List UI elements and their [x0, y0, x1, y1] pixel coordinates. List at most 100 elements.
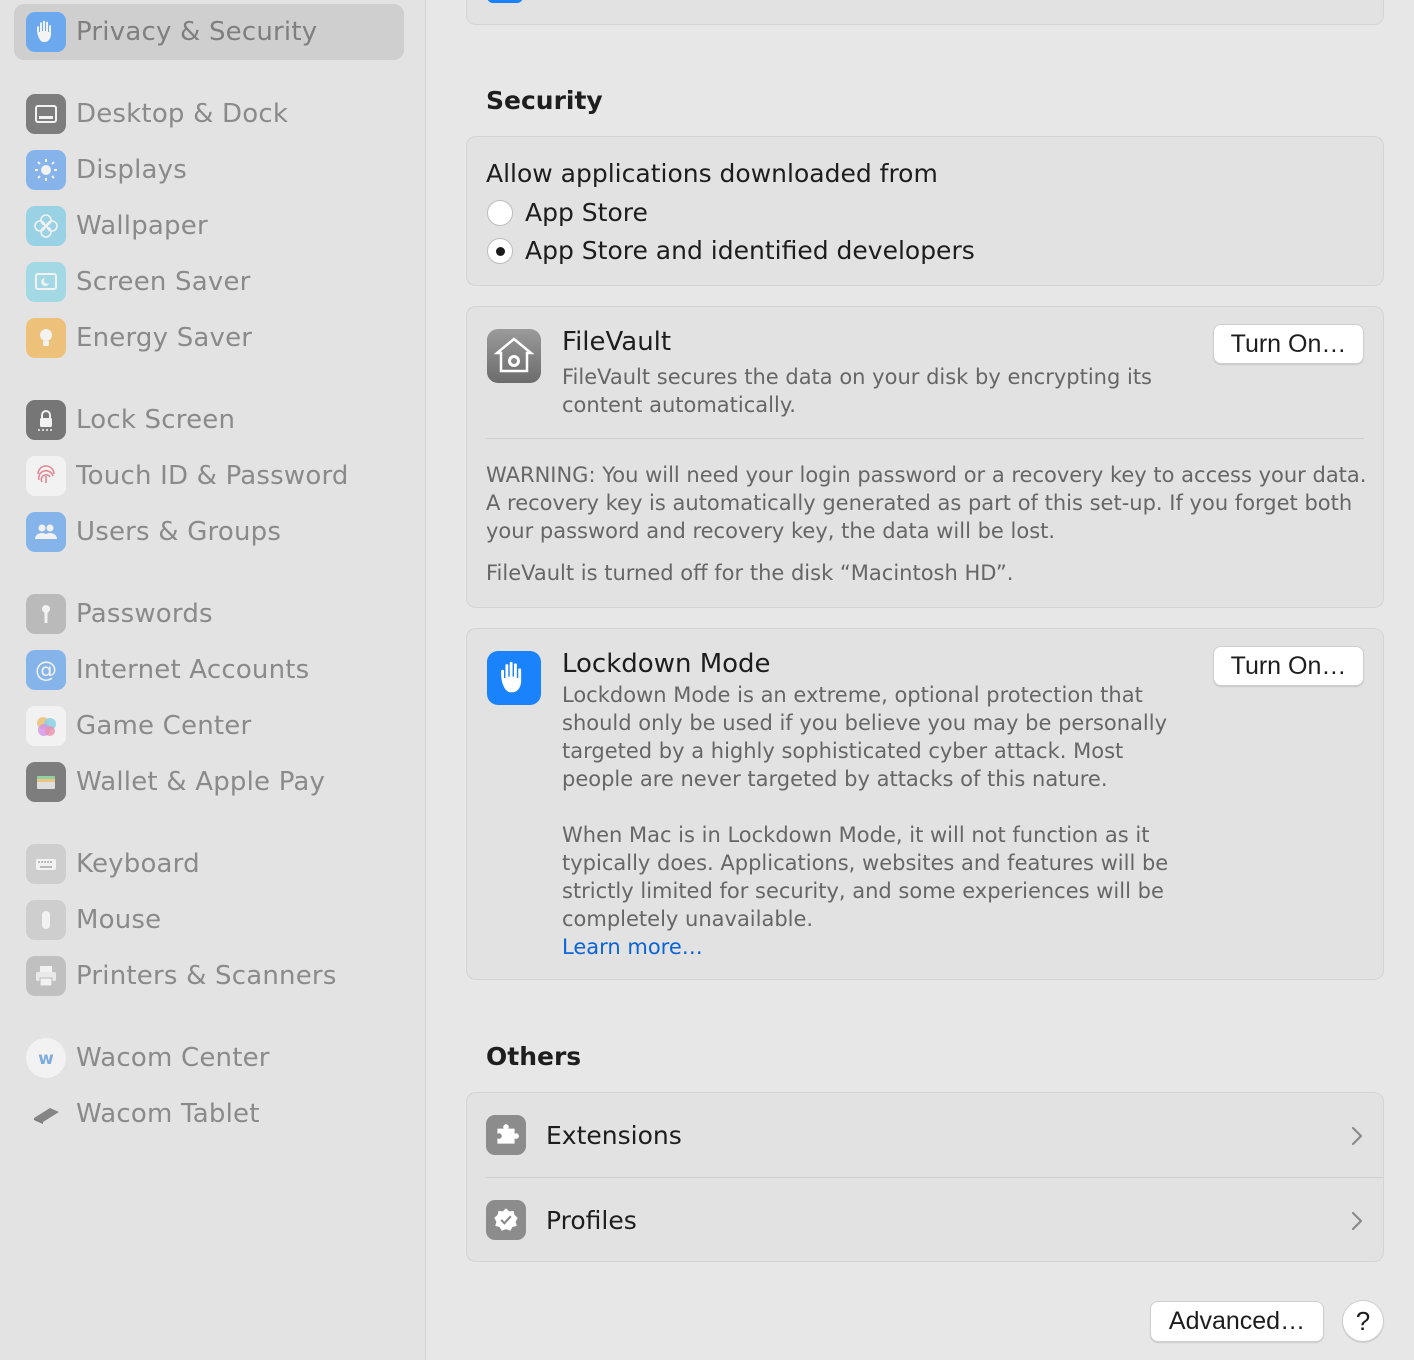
sidebar-item-printers[interactable]: Printers & Scanners: [14, 950, 404, 1002]
sidebar-item-users-groups[interactable]: Users & Groups: [14, 506, 404, 558]
sidebar-item-wacom-tablet[interactable]: Wacom Tablet: [14, 1088, 404, 1140]
wacom-tablet-icon: [26, 1094, 66, 1134]
sidebar-item-displays[interactable]: Displays: [14, 144, 404, 196]
sidebar-item-label: Wallet & Apple Pay: [76, 767, 326, 797]
sidebar-item-label: Users & Groups: [76, 517, 282, 547]
filevault-description-line: content automatically.: [562, 393, 796, 417]
radio-app-store-label[interactable]: App Store: [525, 198, 648, 227]
sidebar-item-label: Wallpaper: [76, 211, 208, 241]
flower-icon: [26, 206, 66, 246]
filevault-warning-line: A recovery key is automatically generate…: [486, 491, 1353, 515]
others-card: Extensions Profiles: [466, 1092, 1384, 1262]
extensions-label: Extensions: [546, 1121, 682, 1150]
filevault-card: FileVault FileVault secures the data on …: [466, 306, 1384, 608]
sidebar-item-label: Screen Saver: [76, 267, 251, 297]
help-button[interactable]: ?: [1342, 1300, 1384, 1342]
filevault-divider: [486, 438, 1364, 439]
sidebar-item-privacy-security[interactable]: Privacy & Security: [14, 6, 404, 58]
allow-apps-card: Allow applications downloaded from App S…: [466, 136, 1384, 286]
section-title-others: Others: [486, 1042, 582, 1071]
game-center-icon: [26, 706, 66, 746]
svg-text:w: w: [38, 1049, 54, 1069]
sidebar-item-label: Mouse: [76, 905, 162, 935]
chevron-right-icon: [1351, 1126, 1363, 1146]
sidebar-item-passwords[interactable]: Passwords: [14, 588, 404, 640]
svg-text:@: @: [35, 658, 57, 683]
sidebar-item-internet-accounts[interactable]: @ Internet Accounts: [14, 644, 404, 696]
sidebar-item-game-center[interactable]: Game Center: [14, 700, 404, 752]
sidebar-item-label: Lock Screen: [76, 405, 236, 435]
sidebar-item-label: Game Center: [76, 711, 252, 741]
advanced-button[interactable]: Advanced…: [1150, 1301, 1324, 1342]
printer-icon: [26, 956, 66, 996]
radio-app-store-identified-label[interactable]: App Store and identified developers: [525, 236, 975, 265]
lockdown-text-line: completely unavailable.: [562, 907, 814, 931]
sidebar: Privacy & Security Desktop & Dock Displa…: [0, 0, 426, 1360]
keyboard-icon: [26, 844, 66, 884]
sidebar-item-wallpaper[interactable]: Wallpaper: [14, 200, 404, 252]
hand-raised-icon: [487, 651, 541, 705]
sidebar-item-lock-screen[interactable]: Lock Screen: [14, 394, 404, 446]
lockdown-description: Lockdown Mode is an extreme, optional pr…: [562, 681, 1168, 961]
filevault-turn-on-button[interactable]: Turn On…: [1213, 324, 1364, 364]
sidebar-item-label: Displays: [76, 155, 187, 185]
lockdown-text-line: people are never targeted by attacks of …: [562, 767, 1108, 791]
main-content: Security Allow applications downloaded f…: [426, 0, 1414, 1360]
puzzle-icon: [486, 1115, 526, 1155]
sidebar-item-keyboard[interactable]: Keyboard: [14, 838, 404, 890]
users-icon: [26, 512, 66, 552]
at-sign-icon: @: [26, 650, 66, 690]
lockdown-text-line: targeted by a highly sophisticated cyber…: [562, 739, 1124, 763]
dock-icon: [26, 94, 66, 134]
lockdown-text-line: When Mac is in Lockdown Mode, it will no…: [562, 823, 1150, 847]
sidebar-item-screen-saver[interactable]: Screen Saver: [14, 256, 404, 308]
lockdown-title: Lockdown Mode: [562, 649, 771, 679]
screen-saver-icon: [26, 262, 66, 302]
radio-app-store[interactable]: [487, 200, 513, 226]
chevron-right-icon: [1351, 1211, 1363, 1231]
sidebar-item-wallet[interactable]: Wallet & Apple Pay: [14, 756, 404, 808]
filevault-warning-line: your password and recovery key, the data…: [486, 519, 1056, 543]
filevault-icon: [487, 329, 541, 383]
filevault-description: FileVault secures the data on your disk …: [562, 363, 1152, 419]
wallet-icon: [26, 762, 66, 802]
lock-icon: [26, 400, 66, 440]
lightbulb-icon: [26, 318, 66, 358]
others-row-extensions[interactable]: Extensions: [467, 1093, 1383, 1177]
learn-more-link[interactable]: Learn more…: [562, 933, 1168, 961]
sidebar-item-label: Printers & Scanners: [76, 961, 337, 991]
others-row-profiles[interactable]: Profiles: [467, 1178, 1383, 1261]
sidebar-item-wacom-center[interactable]: w Wacom Center: [14, 1032, 404, 1084]
previous-card-icon: [487, 0, 523, 3]
sidebar-item-desktop-dock[interactable]: Desktop & Dock: [14, 88, 404, 140]
sidebar-item-energy-saver[interactable]: Energy Saver: [14, 312, 404, 364]
allow-apps-label: Allow applications downloaded from: [486, 159, 938, 188]
profiles-label: Profiles: [546, 1206, 637, 1235]
lockdown-text-line: strictly limited for security, and some …: [562, 879, 1164, 903]
checkmark-badge-icon: [486, 1200, 526, 1240]
sidebar-item-label: Passwords: [76, 599, 213, 629]
radio-app-store-identified[interactable]: [487, 238, 513, 264]
filevault-title: FileVault: [562, 327, 672, 357]
lockdown-text-line: Lockdown Mode is an extreme, optional pr…: [562, 683, 1143, 707]
sidebar-item-label: Wacom Tablet: [76, 1099, 260, 1129]
sidebar-item-mouse[interactable]: Mouse: [14, 894, 404, 946]
lockdown-text-line: typically does. Applications, websites a…: [562, 851, 1169, 875]
wacom-center-icon: w: [26, 1038, 66, 1078]
lockdown-card: Lockdown Mode Turn On… Lockdown Mode is …: [466, 628, 1384, 980]
mouse-icon: [26, 900, 66, 940]
sun-icon: [26, 150, 66, 190]
sidebar-item-label: Energy Saver: [76, 323, 253, 353]
fingerprint-icon: [26, 456, 66, 496]
lockdown-turn-on-button[interactable]: Turn On…: [1213, 646, 1364, 686]
hand-raised-icon: [26, 12, 66, 52]
lockdown-text-line: should only be used if you believe you m…: [562, 711, 1168, 735]
sidebar-item-touch-id[interactable]: Touch ID & Password: [14, 450, 404, 502]
sidebar-item-label: Desktop & Dock: [76, 99, 289, 129]
previous-card: [466, 0, 1384, 25]
key-icon: [26, 594, 66, 634]
sidebar-item-label: Wacom Center: [76, 1043, 270, 1073]
sidebar-item-label: Internet Accounts: [76, 655, 310, 685]
filevault-status: FileVault is turned off for the disk “Ma…: [486, 561, 1014, 585]
sidebar-item-label: Privacy & Security: [76, 17, 318, 47]
